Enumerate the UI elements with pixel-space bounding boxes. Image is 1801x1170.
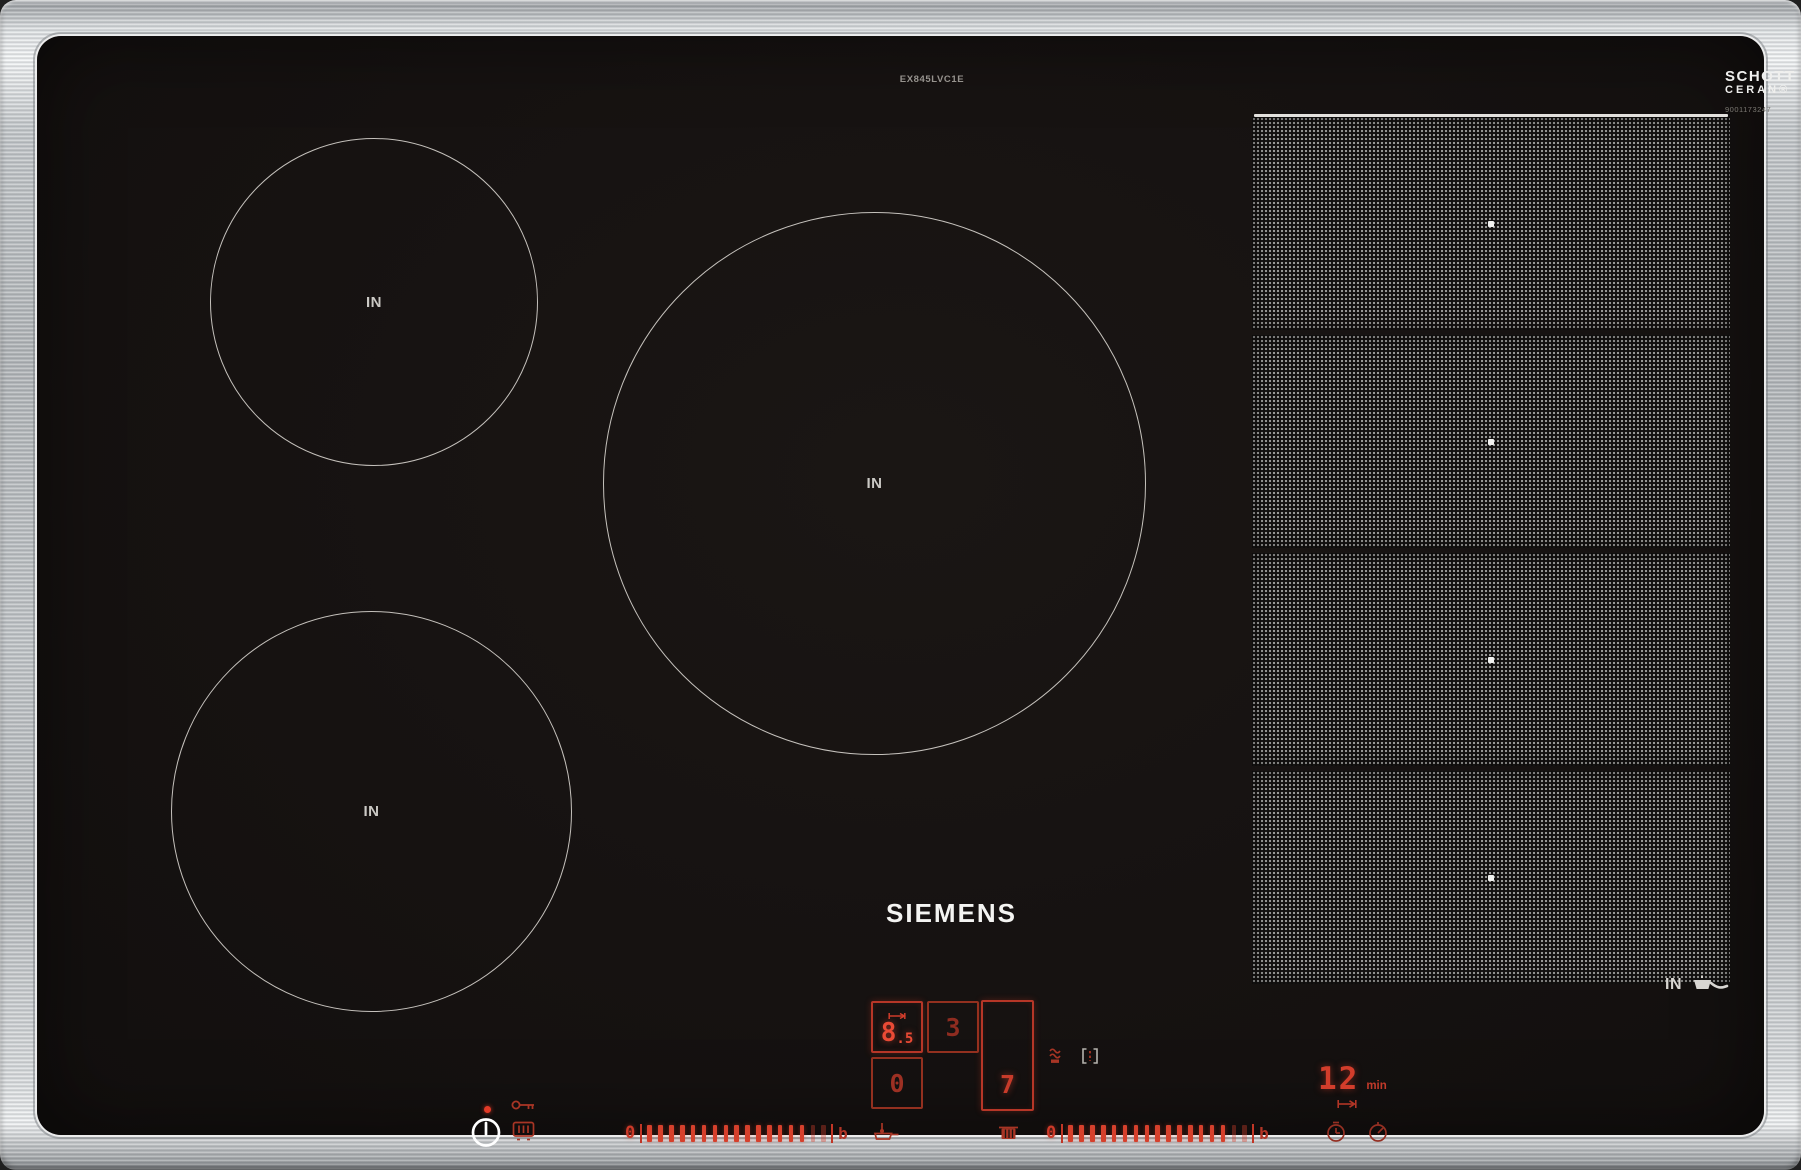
power-level-value: 0 [889,1071,904,1096]
slider-zero-label: 0 [625,1123,635,1143]
slider-bar[interactable] [1155,1125,1160,1142]
induction-label: IN [1665,976,1682,994]
slider-bar[interactable] [1242,1125,1247,1142]
brand-logo: SIEMENS [886,898,1017,929]
slider-bar[interactable] [800,1125,805,1142]
zone-width-fraction: .5 [896,1032,913,1046]
pot-icon[interactable] [998,1123,1019,1141]
clock-icon[interactable] [1325,1121,1347,1143]
power-level-value: 3 [945,1015,960,1040]
induction-label: IN [366,294,382,311]
flex-zone-segment [1252,553,1730,766]
zone-select-rear-display[interactable]: 3 [927,1001,979,1053]
pot-position-icon [1081,1047,1099,1065]
slider-bars[interactable] [1065,1125,1250,1142]
timer-display: 12 min [1318,1064,1387,1095]
slider-bar[interactable] [734,1125,739,1142]
slider-boost-label: b [1259,1124,1269,1143]
wipe-protection-icon[interactable] [512,1121,535,1141]
slider-bar[interactable] [713,1125,718,1142]
flex-zone-segment [1252,771,1730,984]
ceran-wordmark: CERAN® [1725,84,1801,96]
glass-maker-logo: SCHOTT CERAN® 9001173247 [1725,69,1801,114]
induction-label: IN [867,475,883,492]
slider-boost-label: b [838,1124,848,1143]
slider-zero-label: 0 [1046,1123,1056,1143]
slider-bar[interactable] [1232,1125,1237,1142]
cooktop: EX845LVC1E SCHOTT CERAN® 9001173247 IN I… [0,0,1801,1170]
slider-bar[interactable] [669,1125,674,1142]
power-indicator-led [484,1106,491,1113]
slider-bar[interactable] [1188,1125,1193,1142]
slider-bar[interactable] [1079,1125,1084,1142]
kitchen-timer-icon[interactable] [1367,1121,1389,1143]
flex-zone-marking: IN [1665,974,1729,995]
slider-bar[interactable] [1210,1125,1215,1142]
zone-width-value: 8 [881,1020,897,1046]
cooking-zone-center: IN [603,212,1146,755]
slider-bar[interactable] [658,1125,663,1142]
zone-width-display[interactable]: 8 .5 [871,1001,923,1053]
slider-bar[interactable] [789,1125,794,1142]
timer-transfer-icon [1337,1099,1357,1109]
slider-bar[interactable] [1123,1125,1128,1142]
slider-bar[interactable] [1166,1125,1171,1142]
slider-bar[interactable] [1068,1125,1073,1142]
slider-bar[interactable] [1145,1125,1150,1142]
boost-indicator-icon [1048,1046,1062,1065]
cooking-zone-front-left: IN [171,611,572,1012]
power-button[interactable] [469,1115,503,1149]
slider-bar[interactable] [1177,1125,1182,1142]
flex-zone-segment [1252,117,1730,330]
pan-icon [1691,974,1729,995]
slider-bar[interactable] [1221,1125,1226,1142]
zone-select-right-display[interactable]: 7 [981,1000,1034,1111]
frying-sensor-icon[interactable] [872,1121,903,1142]
schott-wordmark: SCHOTT [1725,69,1801,84]
induction-label: IN [364,803,380,820]
slider-bar[interactable] [756,1125,761,1142]
slider-bar[interactable] [811,1125,816,1142]
model-number: EX845LVC1E [832,74,1032,85]
slider-bar[interactable] [691,1125,696,1142]
slider-bar[interactable] [1101,1125,1106,1142]
ceramic-glass-surface: EX845LVC1E SCHOTT CERAN® 9001173247 IN I… [37,36,1764,1135]
power-slider-left[interactable]: 0 b [625,1120,848,1146]
slider-end-cap [1061,1124,1063,1143]
slider-bar[interactable] [647,1125,652,1142]
slider-bar[interactable] [1112,1125,1117,1142]
timer-unit-label: min [1366,1080,1386,1092]
slider-bar[interactable] [1090,1125,1095,1142]
slider-bar[interactable] [702,1125,707,1142]
slider-bar[interactable] [724,1125,729,1142]
flex-zone-segment [1252,335,1730,548]
slider-bar[interactable] [745,1125,750,1142]
slider-end-cap [1252,1124,1254,1143]
slider-bar[interactable] [821,1125,826,1142]
timer-value: 12 [1318,1064,1359,1095]
zone-select-front-display[interactable]: 0 [871,1057,923,1109]
power-level-value: 7 [1000,1072,1015,1097]
glass-code: 9001173247 [1725,105,1801,114]
slider-bar[interactable] [767,1125,772,1142]
slider-end-cap [831,1124,833,1143]
slider-bar[interactable] [680,1125,685,1142]
slider-bar[interactable] [778,1125,783,1142]
slider-bars[interactable] [644,1125,829,1142]
slider-end-cap [640,1124,642,1143]
slider-bar[interactable] [1134,1125,1139,1142]
slider-bar[interactable] [1199,1125,1204,1142]
cooking-zone-rear-left: IN [210,138,538,466]
key-lock-icon[interactable] [511,1098,536,1112]
power-slider-right[interactable]: 0 b [1046,1120,1269,1146]
